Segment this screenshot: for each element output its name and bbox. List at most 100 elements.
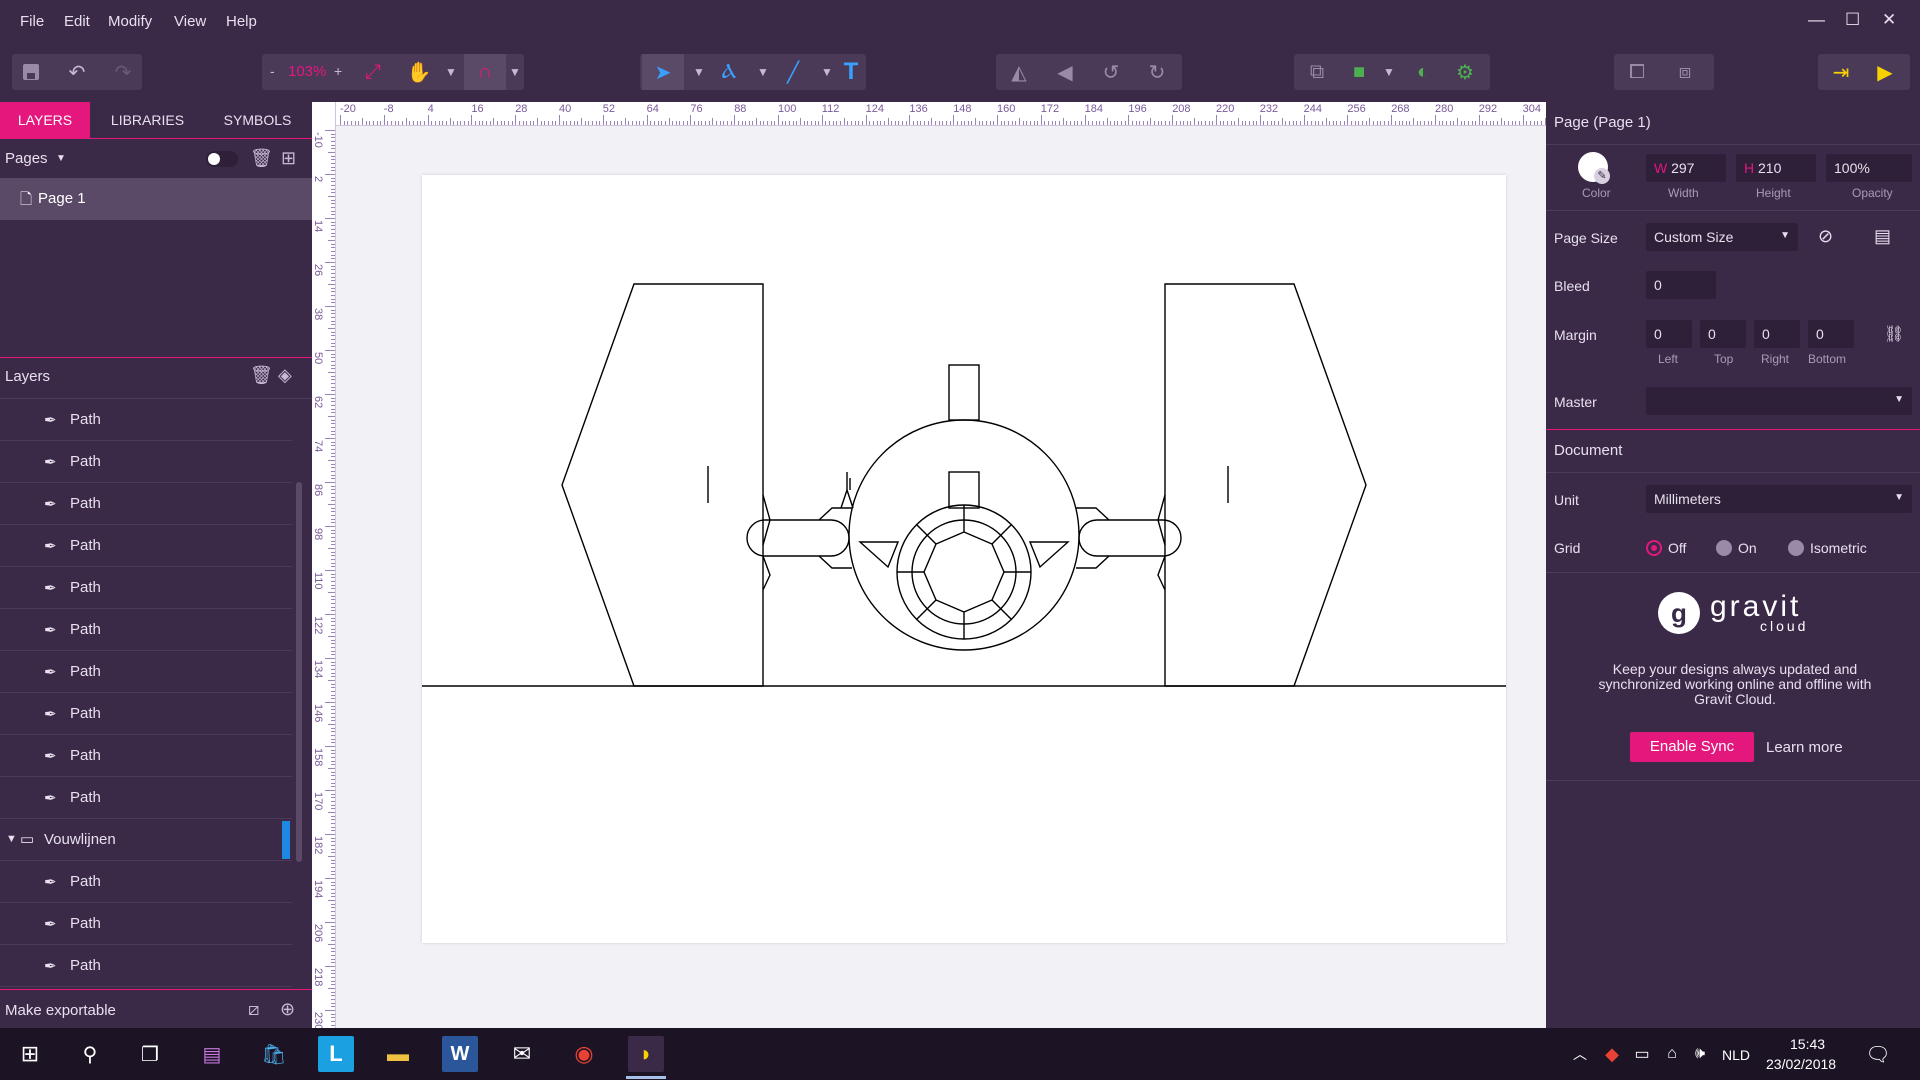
width-field[interactable]: W 297 bbox=[1646, 154, 1726, 182]
learn-more-link[interactable]: Learn more bbox=[1766, 739, 1843, 756]
add-page-icon[interactable]: ⊞ bbox=[281, 148, 296, 169]
task-view-icon[interactable]: ❐ bbox=[132, 1036, 168, 1072]
chevron-down-icon[interactable]: ▼ bbox=[56, 153, 66, 164]
export-settings-icon[interactable]: ⧄ bbox=[248, 999, 259, 1020]
master-select[interactable]: ▼ bbox=[1646, 387, 1912, 415]
unit-select[interactable]: Millimeters ▼ bbox=[1646, 485, 1912, 513]
chevron-down-icon[interactable]: ▼ bbox=[6, 833, 17, 845]
search-icon[interactable]: ⚲ bbox=[72, 1036, 108, 1072]
chrome-icon[interactable]: ◉ bbox=[566, 1036, 602, 1072]
layer-row[interactable]: ✒ Path bbox=[0, 567, 292, 609]
scrollbar[interactable] bbox=[296, 482, 302, 862]
layer-row[interactable]: ✒ Path bbox=[0, 483, 292, 525]
layer-row[interactable]: ✒ Path bbox=[0, 861, 292, 903]
left-wing-path[interactable] bbox=[561, 283, 764, 687]
enable-sync-button[interactable]: Enable Sync bbox=[1630, 732, 1754, 762]
grid-isometric-label[interactable]: Isometric bbox=[1810, 540, 1867, 556]
flip-horizontal-icon[interactable]: ◭ bbox=[1004, 54, 1034, 90]
right-wing-path[interactable] bbox=[1164, 283, 1367, 687]
winrar-icon[interactable]: ▤ bbox=[194, 1036, 230, 1072]
left-arm-brace[interactable] bbox=[818, 555, 852, 569]
symbol-icon[interactable]: ⚙ bbox=[1450, 54, 1480, 90]
maximize-icon[interactable]: ☐ bbox=[1845, 10, 1860, 30]
left-pylon-path[interactable] bbox=[762, 555, 771, 591]
margin-bottom-field[interactable]: 0 bbox=[1808, 320, 1854, 348]
language-indicator[interactable]: NLD bbox=[1722, 1047, 1750, 1063]
window-strut[interactable] bbox=[991, 524, 1012, 545]
flip-vertical-icon[interactable]: ◀ bbox=[1050, 54, 1080, 90]
export-icon[interactable]: ⇥ bbox=[1826, 54, 1856, 90]
grid-off-radio[interactable] bbox=[1646, 540, 1662, 556]
group-icon[interactable]: ⧉ bbox=[1302, 54, 1332, 90]
toggle-switch[interactable] bbox=[206, 151, 238, 167]
height-field[interactable]: H 210 bbox=[1736, 154, 1816, 182]
pages-header[interactable]: Pages bbox=[5, 150, 48, 167]
right-fin-path[interactable] bbox=[1028, 541, 1070, 569]
link-icon[interactable]: ⛓ bbox=[1884, 324, 1904, 344]
rotate-right-icon[interactable]: ↻ bbox=[1142, 54, 1172, 90]
menu-edit[interactable]: Edit bbox=[64, 13, 90, 30]
zoom-out-button[interactable]: - bbox=[270, 63, 275, 79]
orientation-icon[interactable]: ⊘ bbox=[1818, 226, 1833, 247]
play-icon[interactable]: ▶ bbox=[1870, 54, 1900, 90]
layer-row[interactable]: ✒ Path bbox=[0, 609, 292, 651]
page-size-select[interactable]: Custom Size ▼ bbox=[1646, 223, 1798, 251]
chevron-down-icon[interactable]: ▼ bbox=[1374, 54, 1404, 90]
send-backward-icon[interactable]: ⧠ bbox=[1622, 54, 1652, 90]
volume-icon[interactable]: 🕪 bbox=[1682, 1036, 1718, 1072]
make-exportable-label[interactable]: Make exportable bbox=[5, 1002, 116, 1019]
menu-file[interactable]: File bbox=[20, 13, 44, 30]
grid-on-label[interactable]: On bbox=[1738, 540, 1757, 556]
rotate-left-icon[interactable]: ↺ bbox=[1096, 54, 1126, 90]
layer-row[interactable]: ✒ Path bbox=[0, 441, 292, 483]
top-hatch-path[interactable] bbox=[948, 364, 980, 421]
save-icon[interactable] bbox=[16, 54, 46, 90]
right-arm-brace[interactable] bbox=[1076, 555, 1110, 569]
chevron-down-icon[interactable]: ▼ bbox=[684, 54, 714, 90]
zoom-in-button[interactable]: + bbox=[334, 63, 342, 79]
close-icon[interactable]: ✕ bbox=[1882, 10, 1896, 30]
window-top-path[interactable] bbox=[948, 471, 980, 509]
bring-forward-icon[interactable]: ⧈ bbox=[1670, 54, 1700, 90]
hand-icon[interactable]: ✋ bbox=[404, 54, 434, 90]
pointer-tool[interactable]: ➤ bbox=[642, 54, 684, 90]
fit-icon[interactable]: ⤢ bbox=[358, 54, 388, 90]
trash-icon[interactable]: 🗑 bbox=[250, 365, 273, 386]
layer-row[interactable]: ✒ Path bbox=[0, 903, 292, 945]
minimize-icon[interactable]: — bbox=[1808, 10, 1825, 30]
ruler-left[interactable]: -10 2 14 26 38 50 62 74 86 98 110 122 134 146 158 170 18… bbox=[312, 102, 336, 1052]
file-explorer-icon[interactable]: ▬ bbox=[380, 1036, 416, 1072]
zoom-level[interactable]: 103% bbox=[288, 63, 326, 80]
ruler-top[interactable]: mm-20-8416284052647688100112124136148160… bbox=[312, 102, 1564, 126]
layer-row[interactable]: ✒ Path bbox=[0, 525, 292, 567]
window-strut[interactable] bbox=[916, 599, 937, 620]
eyedropper-icon[interactable]: ✎ bbox=[1594, 168, 1610, 184]
margin-left-field[interactable]: 0 bbox=[1646, 320, 1692, 348]
layer-group-row[interactable]: ▼ ▭ Vouwlijnen bbox=[0, 819, 292, 861]
word-icon[interactable]: W bbox=[442, 1036, 478, 1072]
page-settings-icon[interactable]: ▤ bbox=[1874, 226, 1891, 247]
margin-top-field[interactable]: 0 bbox=[1700, 320, 1746, 348]
undo-icon[interactable]: ↶ bbox=[62, 54, 92, 90]
left-arm-brace[interactable] bbox=[818, 507, 852, 521]
pen-tool-icon[interactable]: Ⲁ bbox=[714, 54, 744, 90]
layer-row[interactable]: ✒ Path bbox=[0, 735, 292, 777]
redo-icon[interactable]: ↷ bbox=[108, 54, 138, 90]
clock-date[interactable]: 23/02/2018 bbox=[1766, 1056, 1836, 1072]
trash-icon[interactable]: 🗑 bbox=[250, 148, 273, 169]
menu-modify[interactable]: Modify bbox=[108, 13, 152, 30]
gravit-app-icon[interactable]: ◗ bbox=[628, 1036, 664, 1072]
margin-right-field[interactable]: 0 bbox=[1754, 320, 1800, 348]
tab-libraries[interactable]: LIBRARIES bbox=[100, 102, 195, 138]
left-fin-path[interactable] bbox=[858, 541, 900, 569]
add-export-icon[interactable]: ⊕ bbox=[280, 999, 295, 1020]
layer-row[interactable]: ✒ Path bbox=[0, 777, 292, 819]
layer-row[interactable]: ✒ Path bbox=[0, 693, 292, 735]
chevron-down-icon[interactable]: ▼ bbox=[500, 54, 530, 90]
opacity-field[interactable]: 100% bbox=[1826, 154, 1912, 182]
boolean-icon[interactable]: ■ bbox=[1344, 54, 1374, 90]
windows-start-icon[interactable]: ⊞ bbox=[12, 1036, 48, 1072]
right-arm-brace[interactable] bbox=[1076, 507, 1110, 521]
tab-layers[interactable]: LAYERS bbox=[0, 102, 90, 138]
app-l-icon[interactable]: L bbox=[318, 1036, 354, 1072]
